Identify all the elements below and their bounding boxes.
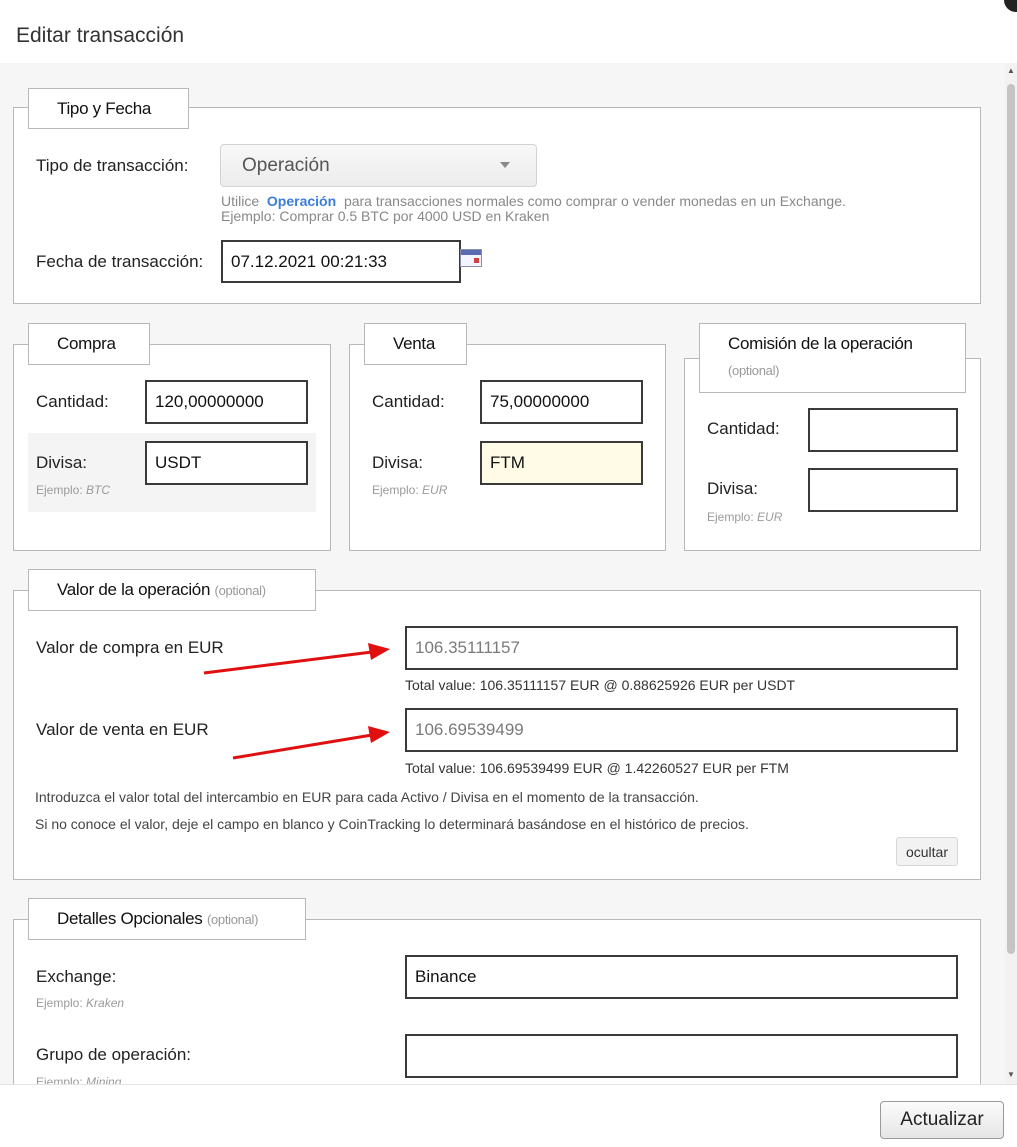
- update-button[interactable]: Actualizar: [880, 1101, 1004, 1139]
- close-icon[interactable]: [1004, 0, 1017, 12]
- scroll-down-icon[interactable]: ▼: [1007, 1070, 1015, 1079]
- arrow-buy-value: [203, 650, 373, 675]
- scrollbar-thumb[interactable]: [1007, 84, 1015, 954]
- arrow-sell-value: [232, 733, 373, 760]
- dialog-content: Tipo y Fecha Tipo de transacción: Operac…: [0, 63, 1005, 1084]
- dialog-title: Editar transacción: [16, 24, 185, 47]
- annotation-arrows: [203, 643, 390, 760]
- arrow-sell-value-head: [368, 726, 390, 743]
- arrow-buy-value-head: [368, 643, 390, 660]
- dialog-footer: [0, 1084, 1017, 1147]
- scroll-up-icon[interactable]: ▲: [1007, 66, 1015, 75]
